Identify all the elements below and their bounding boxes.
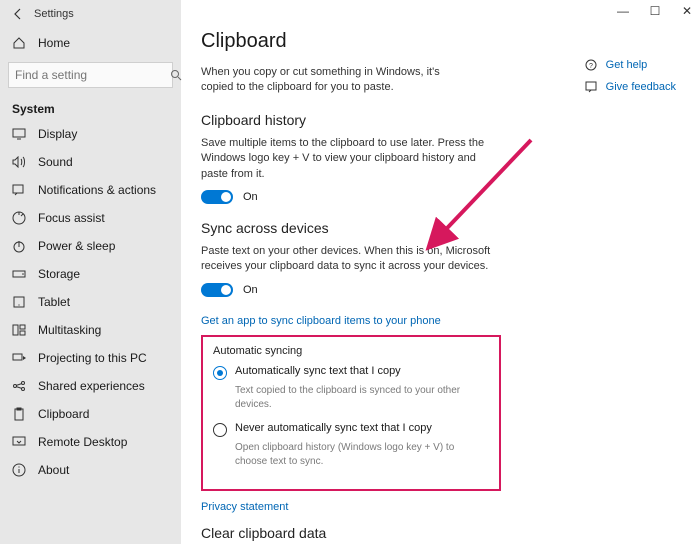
focus-icon <box>12 211 26 225</box>
sidebar-item-focus[interactable]: Focus assist <box>0 204 181 232</box>
minimize-button[interactable]: — <box>614 4 632 18</box>
clipboard-icon <box>12 407 26 421</box>
nav-list: Display Sound Notifications & actions Fo… <box>0 120 181 484</box>
sidebar-item-sound[interactable]: Sound <box>0 148 181 176</box>
history-toggle-label: On <box>243 191 258 203</box>
sync-heading: Sync across devices <box>201 220 680 236</box>
history-desc: Save multiple items to the clipboard to … <box>201 136 491 182</box>
sidebar-item-multitasking[interactable]: Multitasking <box>0 316 181 344</box>
titlebar: Settings <box>0 4 181 28</box>
multitask-icon <box>12 323 26 337</box>
window-title: Settings <box>34 8 74 20</box>
sidebar: Settings Home System Display Sound Notif… <box>0 0 181 544</box>
sidebar-item-tablet[interactable]: Tablet <box>0 288 181 316</box>
section-history: Clipboard history Save multiple items to… <box>201 112 680 204</box>
sidebar-item-remote[interactable]: Remote Desktop <box>0 428 181 456</box>
sidebar-item-about[interactable]: About <box>0 456 181 484</box>
automatic-syncing-title: Automatic syncing <box>213 345 489 357</box>
sidebar-item-projecting[interactable]: Projecting to this PC <box>0 344 181 372</box>
back-icon[interactable] <box>10 6 26 22</box>
search-box[interactable] <box>8 62 173 88</box>
sync-toggle-label: On <box>243 284 258 296</box>
sidebar-item-power[interactable]: Power & sleep <box>0 232 181 260</box>
radio-auto-sync-input[interactable] <box>213 366 227 380</box>
sidebar-item-display[interactable]: Display <box>0 120 181 148</box>
privacy-link[interactable]: Privacy statement <box>201 501 288 513</box>
sidebar-item-shared[interactable]: Shared experiences <box>0 372 181 400</box>
window-controls: — ☐ ✕ <box>614 4 696 18</box>
sync-toggle[interactable] <box>201 283 233 297</box>
home-icon <box>12 36 26 50</box>
help-icon: ? <box>584 58 598 72</box>
svg-text:?: ? <box>589 63 593 70</box>
sidebar-item-storage[interactable]: Storage <box>0 260 181 288</box>
sync-app-link[interactable]: Get an app to sync clipboard items to yo… <box>201 315 441 327</box>
page-title: Clipboard <box>201 30 680 53</box>
close-button[interactable]: ✕ <box>678 4 696 18</box>
tablet-icon <box>12 295 26 309</box>
radio-auto-sync-hint: Text copied to the clipboard is synced t… <box>235 384 489 412</box>
power-icon <box>12 239 26 253</box>
sidebar-item-notifications[interactable]: Notifications & actions <box>0 176 181 204</box>
radio-auto-sync[interactable]: Automatically sync text that I copy <box>213 365 489 380</box>
get-help-link[interactable]: ? Get help <box>584 58 676 72</box>
radio-never-sync-hint: Open clipboard history (Windows logo key… <box>235 441 489 469</box>
sound-icon <box>12 155 26 169</box>
home-label: Home <box>38 36 70 50</box>
storage-icon <box>12 267 26 281</box>
sync-desc: Paste text on your other devices. When t… <box>201 244 491 275</box>
give-feedback-link[interactable]: Give feedback <box>584 80 676 94</box>
about-icon <box>12 463 26 477</box>
shared-icon <box>12 379 26 393</box>
section-sync: Sync across devices Paste text on your o… <box>201 220 680 513</box>
remote-icon <box>12 435 26 449</box>
radio-never-sync[interactable]: Never automatically sync text that I cop… <box>213 422 489 437</box>
section-clear: Clear clipboard data Clear everything (e… <box>201 525 680 544</box>
sidebar-section-title: System <box>0 96 181 120</box>
clear-heading: Clear clipboard data <box>201 525 680 541</box>
page-intro: When you copy or cut something in Window… <box>201 65 461 96</box>
history-toggle[interactable] <box>201 190 233 204</box>
sidebar-item-clipboard[interactable]: Clipboard <box>0 400 181 428</box>
search-input[interactable] <box>15 68 170 82</box>
maximize-button[interactable]: ☐ <box>646 4 664 18</box>
history-heading: Clipboard history <box>201 112 680 128</box>
radio-never-sync-input[interactable] <box>213 423 227 437</box>
main-content: — ☐ ✕ ? Get help Give feedback Clipboard… <box>181 0 700 544</box>
notifications-icon <box>12 183 26 197</box>
sidebar-home[interactable]: Home <box>0 28 181 58</box>
display-icon <box>12 127 26 141</box>
right-links: ? Get help Give feedback <box>584 58 676 94</box>
automatic-syncing-group: Automatic syncing Automatically sync tex… <box>201 335 501 491</box>
project-icon <box>12 351 26 365</box>
feedback-icon <box>584 80 598 94</box>
